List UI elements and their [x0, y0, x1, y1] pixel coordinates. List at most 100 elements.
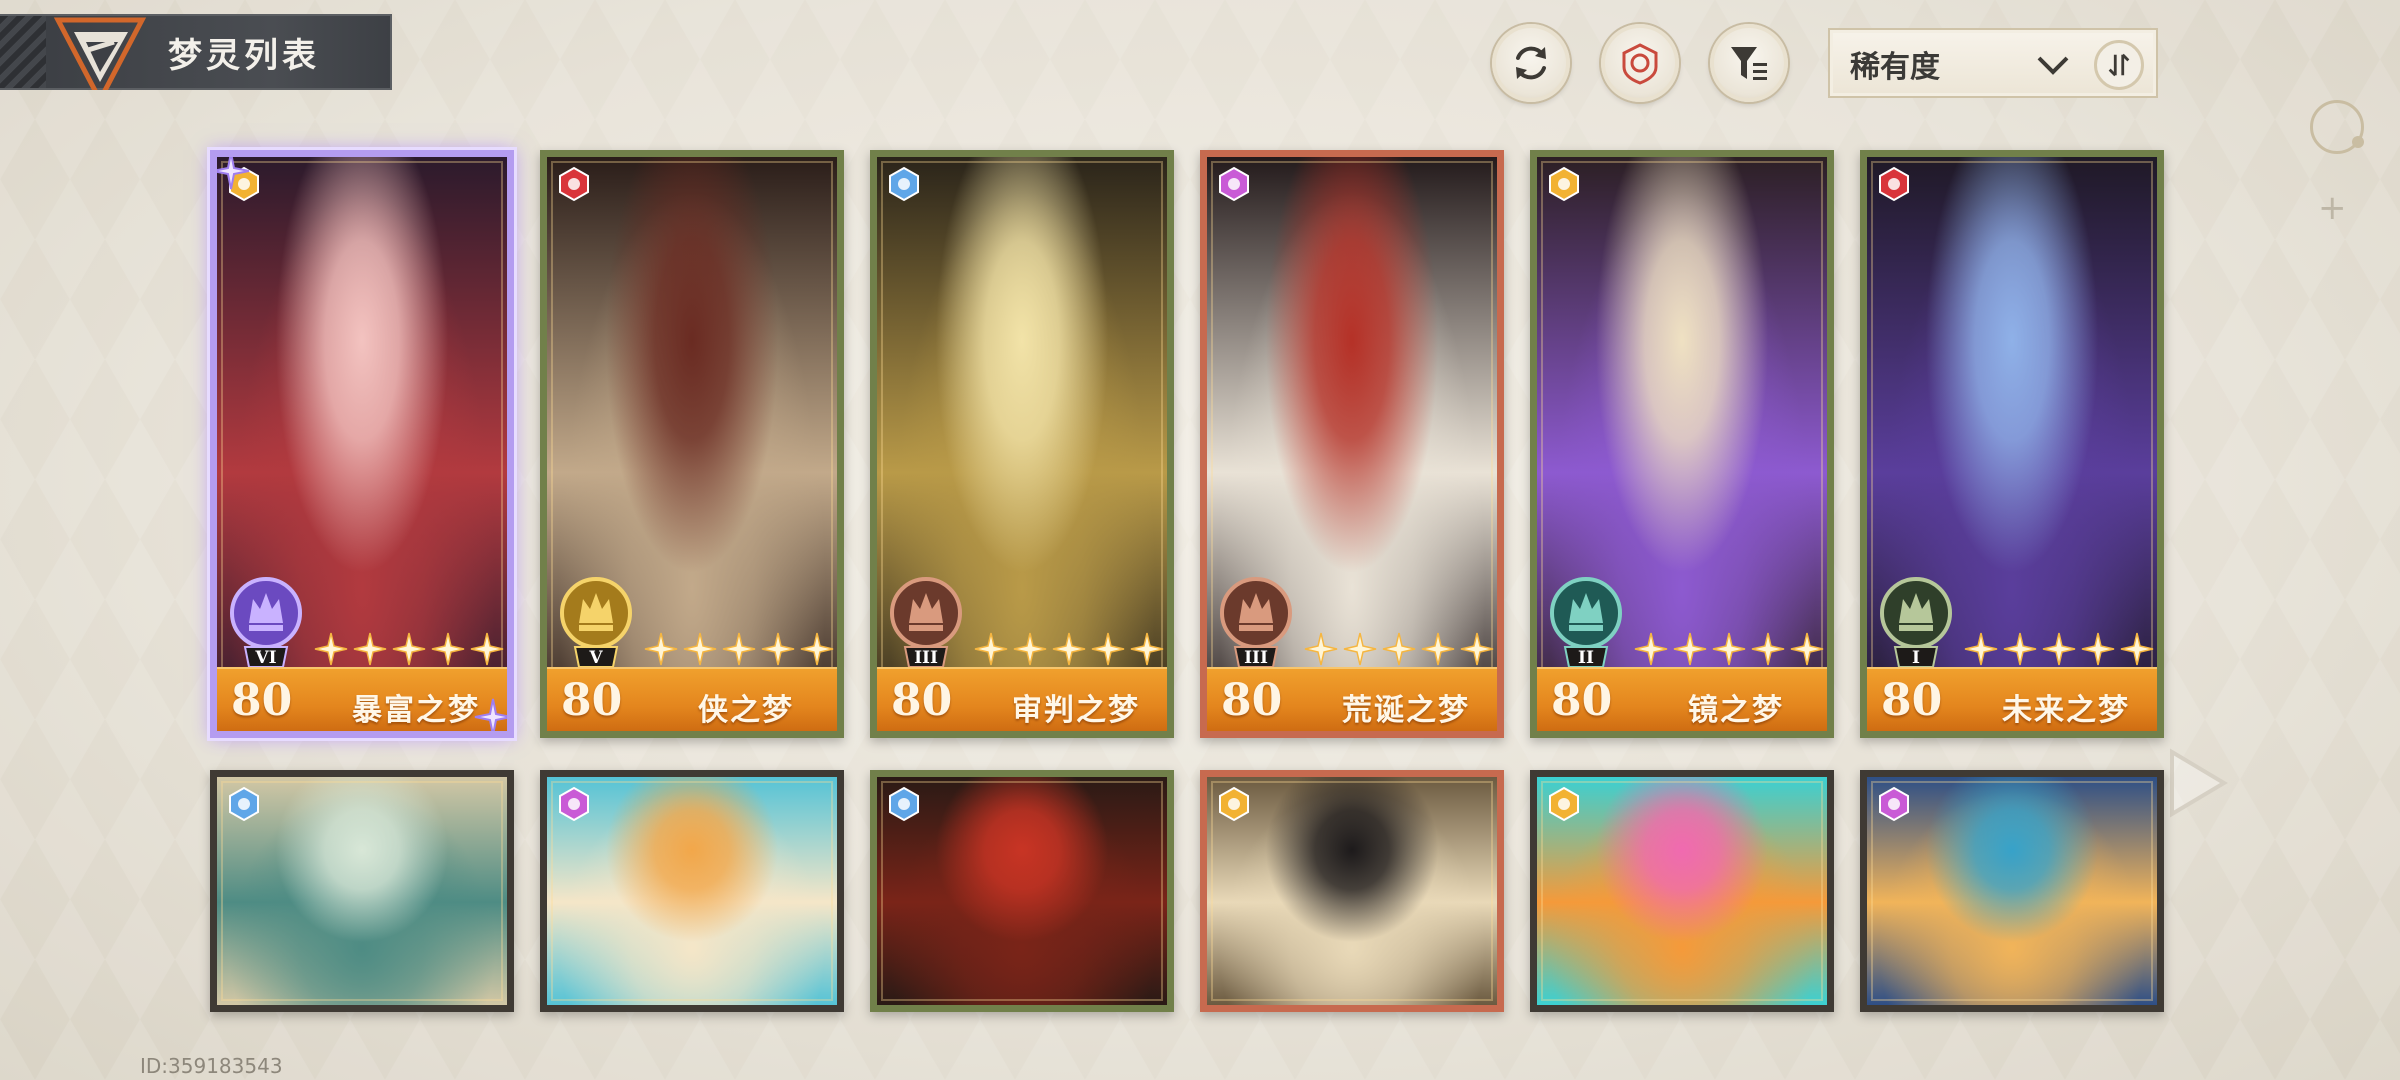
- star-icon: [1460, 632, 1494, 666]
- refresh-icon: [1516, 46, 1546, 80]
- filter-button[interactable]: [1710, 24, 1788, 102]
- character-level: 80: [231, 675, 293, 726]
- star-icon: [761, 632, 795, 666]
- star-icon: [1130, 632, 1164, 666]
- level-name-bar: 80 荒诞之梦: [1207, 667, 1497, 731]
- star-icon: [644, 632, 678, 666]
- character-card[interactable]: [1200, 770, 1504, 1012]
- rank-label: V: [588, 648, 603, 668]
- target-button[interactable]: [1601, 24, 1679, 102]
- star-icon: [800, 632, 834, 666]
- level-name-bar: 80 侠之梦: [547, 667, 837, 731]
- star-icon: [1304, 632, 1338, 666]
- star-icon: [1634, 632, 1668, 666]
- refresh-button[interactable]: [1492, 24, 1570, 102]
- page-title: 梦灵列表: [168, 36, 320, 76]
- rank-label: III: [914, 648, 938, 668]
- star-rating: [973, 631, 1165, 667]
- rank-badge: V: [560, 577, 632, 668]
- rank-label: II: [1578, 648, 1594, 668]
- decorative-dot: [2352, 136, 2364, 148]
- star-icon: [353, 632, 387, 666]
- star-icon: [431, 632, 465, 666]
- level-name-bar: 80 暴富之梦: [217, 667, 507, 731]
- star-icon: [1421, 632, 1455, 666]
- star-icon: [1673, 632, 1707, 666]
- sparkle-icon: [474, 698, 507, 731]
- chevron-down-icon: [2037, 56, 2069, 75]
- character-name: 审判之梦: [1012, 693, 1140, 728]
- character-card[interactable]: II 80 镜之梦: [1530, 150, 1834, 738]
- rank-badge: I: [1880, 577, 1952, 668]
- decorative-plus: +: [2318, 188, 2347, 228]
- sort-order-icon: [2108, 53, 2130, 77]
- element-icon: [1549, 166, 1579, 202]
- filter-icon: [1731, 47, 1767, 80]
- star-rating: [643, 631, 835, 667]
- star-icon: [470, 632, 504, 666]
- star-icon: [2120, 632, 2154, 666]
- star-icon: [1964, 632, 1998, 666]
- character-card[interactable]: [540, 770, 844, 1012]
- star-icon: [392, 632, 426, 666]
- element-icon: [559, 786, 589, 822]
- title-stripe: [0, 16, 46, 88]
- character-name: 镜之梦: [1688, 693, 1784, 728]
- star-rating: [313, 631, 505, 667]
- character-level: 80: [1551, 675, 1613, 726]
- character-card[interactable]: [210, 770, 514, 1012]
- level-name-bar: 80 审判之梦: [877, 667, 1167, 731]
- star-icon: [2042, 632, 2076, 666]
- star-icon: [2081, 632, 2115, 666]
- character-level: 80: [1881, 675, 1943, 726]
- character-card[interactable]: III 80 审判之梦: [870, 150, 1174, 738]
- star-icon: [1091, 632, 1125, 666]
- star-icon: [1751, 632, 1785, 666]
- rank-label: III: [1244, 648, 1268, 668]
- star-rating: [1633, 631, 1825, 667]
- rank-badge: III: [1220, 577, 1292, 668]
- level-name-bar: 80 未来之梦: [1867, 667, 2157, 731]
- star-icon: [2003, 632, 2037, 666]
- rank-badge: VI: [230, 577, 302, 668]
- character-name: 未来之梦: [2002, 693, 2130, 728]
- element-icon: [1879, 166, 1909, 202]
- character-card[interactable]: [1530, 770, 1834, 1012]
- page-title-badge: 梦灵列表: [0, 14, 392, 90]
- element-icon: [1549, 786, 1579, 822]
- character-level: 80: [1221, 675, 1283, 726]
- sort-order-toggle[interactable]: [2094, 40, 2144, 90]
- element-icon: [889, 786, 919, 822]
- next-page-arrow-icon[interactable]: [2166, 748, 2230, 818]
- character-level: 80: [561, 675, 623, 726]
- rank-badge: II: [1550, 577, 1622, 668]
- star-icon: [1013, 632, 1047, 666]
- sparkle-icon: [217, 157, 250, 190]
- star-rating: [1963, 631, 2155, 667]
- character-card[interactable]: [870, 770, 1174, 1012]
- dream-logo-icon: [53, 17, 147, 90]
- character-card[interactable]: III 80 荒诞之梦: [1200, 150, 1504, 738]
- star-icon: [1343, 632, 1377, 666]
- target-icon: [1622, 43, 1658, 85]
- character-name: 侠之梦: [698, 693, 794, 728]
- star-icon: [974, 632, 1008, 666]
- character-card[interactable]: VI 80 暴富之梦: [210, 150, 514, 738]
- star-icon: [683, 632, 717, 666]
- element-icon: [1219, 786, 1249, 822]
- star-rating: [1303, 631, 1495, 667]
- character-name: 荒诞之梦: [1342, 693, 1470, 728]
- player-id: ID:359183543: [140, 1054, 283, 1078]
- star-icon: [1790, 632, 1824, 666]
- rank-label: VI: [254, 648, 276, 668]
- character-card[interactable]: V 80 侠之梦: [540, 150, 844, 738]
- rank-label: I: [1912, 648, 1920, 668]
- element-icon: [889, 166, 919, 202]
- star-icon: [1712, 632, 1746, 666]
- star-icon: [722, 632, 756, 666]
- sort-dropdown[interactable]: 稀有度: [1828, 28, 2158, 98]
- character-card[interactable]: [1860, 770, 2164, 1012]
- character-card[interactable]: I 80 未来之梦: [1860, 150, 2164, 738]
- element-icon: [229, 786, 259, 822]
- character-level: 80: [891, 675, 953, 726]
